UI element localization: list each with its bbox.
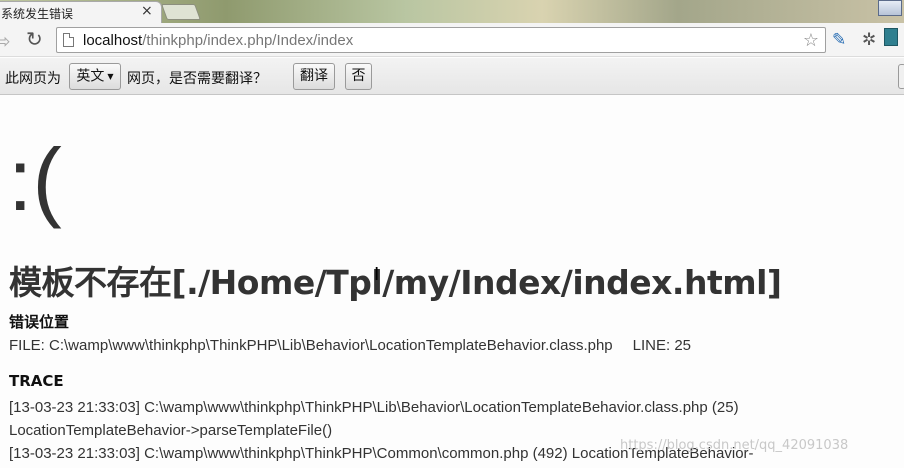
url-path: /thinkphp/index.php/Index/index (142, 32, 354, 49)
trace-line: [13-03-23 21:33:03] C:\wamp\www\thinkphp… (9, 399, 739, 416)
language-select[interactable]: 英文 ▼ (69, 63, 121, 90)
error-file-path: FILE: C:\wamp\www\thinkphp\ThinkPHP\Lib\… (9, 337, 613, 354)
eyedropper-icon[interactable]: ✎ (832, 30, 846, 50)
translate-prefix-text: 此网页为 (5, 71, 61, 87)
error-file-line: FILE: C:\wamp\www\thinkphp\ThinkPHP\Lib\… (9, 337, 691, 354)
tab-title: 系统发生错误 (1, 7, 74, 21)
extension-icon[interactable] (884, 28, 898, 46)
translate-infobar: 此网页为 英文 ▼ 网页，是否需要翻译？ 翻译 否 (0, 58, 904, 95)
page-content: :( 模板不存在[./Home/Tpl/my/Index/index.html]… (0, 96, 904, 468)
error-line-number: LINE: 25 (632, 337, 692, 354)
trace-heading: TRACE (9, 372, 64, 390)
no-translate-button[interactable]: 否 (345, 63, 372, 90)
reload-icon[interactable]: ↻ (26, 27, 43, 51)
infobar-close-button[interactable] (898, 64, 904, 89)
navigation-toolbar: ⇨ ↻ localhost/thinkphp/index.php/Index/i… (0, 23, 904, 57)
tab-close-icon[interactable]: × (141, 3, 153, 19)
trace-line: LocationTemplateBehavior->parseTemplateF… (9, 422, 333, 439)
address-bar[interactable]: localhost/thinkphp/index.php/Index/index… (56, 27, 826, 53)
url-host: localhost (83, 32, 143, 49)
sad-face-icon: :( (8, 130, 62, 229)
browser-tab[interactable]: 系统发生错误 × (0, 1, 162, 23)
url-text[interactable]: localhost/thinkphp/index.php/Index/index (83, 32, 353, 49)
wrench-icon[interactable]: ✲ (862, 30, 876, 50)
page-icon (63, 33, 74, 47)
language-select-value: 英文 (76, 68, 105, 85)
translate-question-text: 网页，是否需要翻译？ (127, 71, 267, 87)
window-control-button[interactable] (878, 0, 902, 16)
error-location-heading: 错误位置 (9, 313, 70, 331)
chevron-down-icon: ▼ (107, 72, 114, 81)
translate-button[interactable]: 翻译 (293, 63, 335, 90)
text-cursor-icon: Ι (374, 264, 380, 285)
forward-icon[interactable]: ⇨ (0, 29, 11, 53)
error-title: 模板不存在[./Home/Tpl/my/Index/index.html] (9, 263, 782, 302)
bookmark-star-icon[interactable]: ☆ (803, 30, 819, 51)
new-tab-button[interactable] (161, 4, 201, 20)
tab-strip: 系统发生错误 × (0, 0, 904, 23)
watermark: https://blog.csdn.net/qq_42091038 (620, 438, 849, 453)
